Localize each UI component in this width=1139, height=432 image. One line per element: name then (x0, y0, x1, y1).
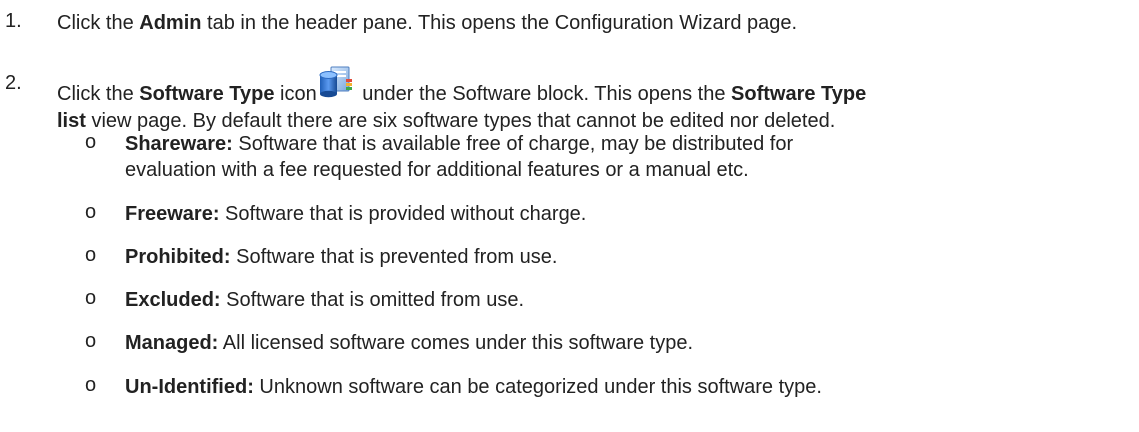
step-text-mid: under the Software block. This opens the (356, 83, 732, 105)
step-text: Click the Admin tab in the header pane. … (57, 10, 1132, 37)
bullet-marker: o (85, 131, 97, 153)
term-label: Un-Identified: (125, 376, 254, 398)
term-description: evaluation with a fee requested for addi… (125, 159, 749, 181)
term-label: Managed: (125, 332, 219, 354)
term-description: Unknown software can be categorized unde… (253, 376, 822, 398)
bullet-marker: o (85, 330, 97, 352)
bullet-text: Shareware: Software that is available fr… (125, 131, 1125, 183)
step-text: Click the Software Type icon under the S… (57, 66, 1132, 135)
term-label: Excluded: (125, 289, 221, 311)
bullet-marker: o (85, 201, 97, 223)
term-description: Software that is available free of charg… (232, 133, 794, 155)
step-text-pre: Click the (57, 12, 140, 34)
step-text-mid: icon (274, 83, 317, 105)
software-type-name: Software Type (731, 83, 867, 105)
software-type-icon (318, 66, 354, 102)
term-label: Freeware: (125, 203, 220, 225)
term-description: Software that is provided without charge… (219, 203, 587, 225)
step-number: 1. (5, 10, 22, 32)
term-description: Software that is prevented from use. (230, 246, 558, 268)
bullet-text: Managed: All licensed software comes und… (125, 330, 1125, 356)
term-description: Software that is omitted from use. (220, 289, 525, 311)
list-label: list (57, 110, 86, 132)
bullet-marker: o (85, 374, 97, 396)
bullet-text: Freeware: Software that is provided with… (125, 201, 1125, 227)
bullet-text: Excluded: Software that is omitted from … (125, 287, 1125, 313)
term-label: Prohibited: (125, 246, 231, 268)
bullet-text: Un-Identified: Unknown software can be c… (125, 374, 1125, 400)
admin-tab-name: Admin (139, 12, 202, 34)
step-number: 2. (5, 72, 22, 94)
software-type-name: Software Type (139, 83, 275, 105)
step-text-post: tab in the header pane. This opens the C… (201, 12, 798, 34)
step-text-post: view page. By default there are six soft… (85, 110, 836, 132)
bullet-marker: o (85, 287, 97, 309)
term-description: All licensed software comes under this s… (218, 332, 694, 354)
bullet-marker: o (85, 244, 97, 266)
bullet-text: Prohibited: Software that is prevented f… (125, 244, 1125, 270)
term-label: Shareware: (125, 133, 233, 155)
step-text-pre: Click the (57, 83, 140, 105)
